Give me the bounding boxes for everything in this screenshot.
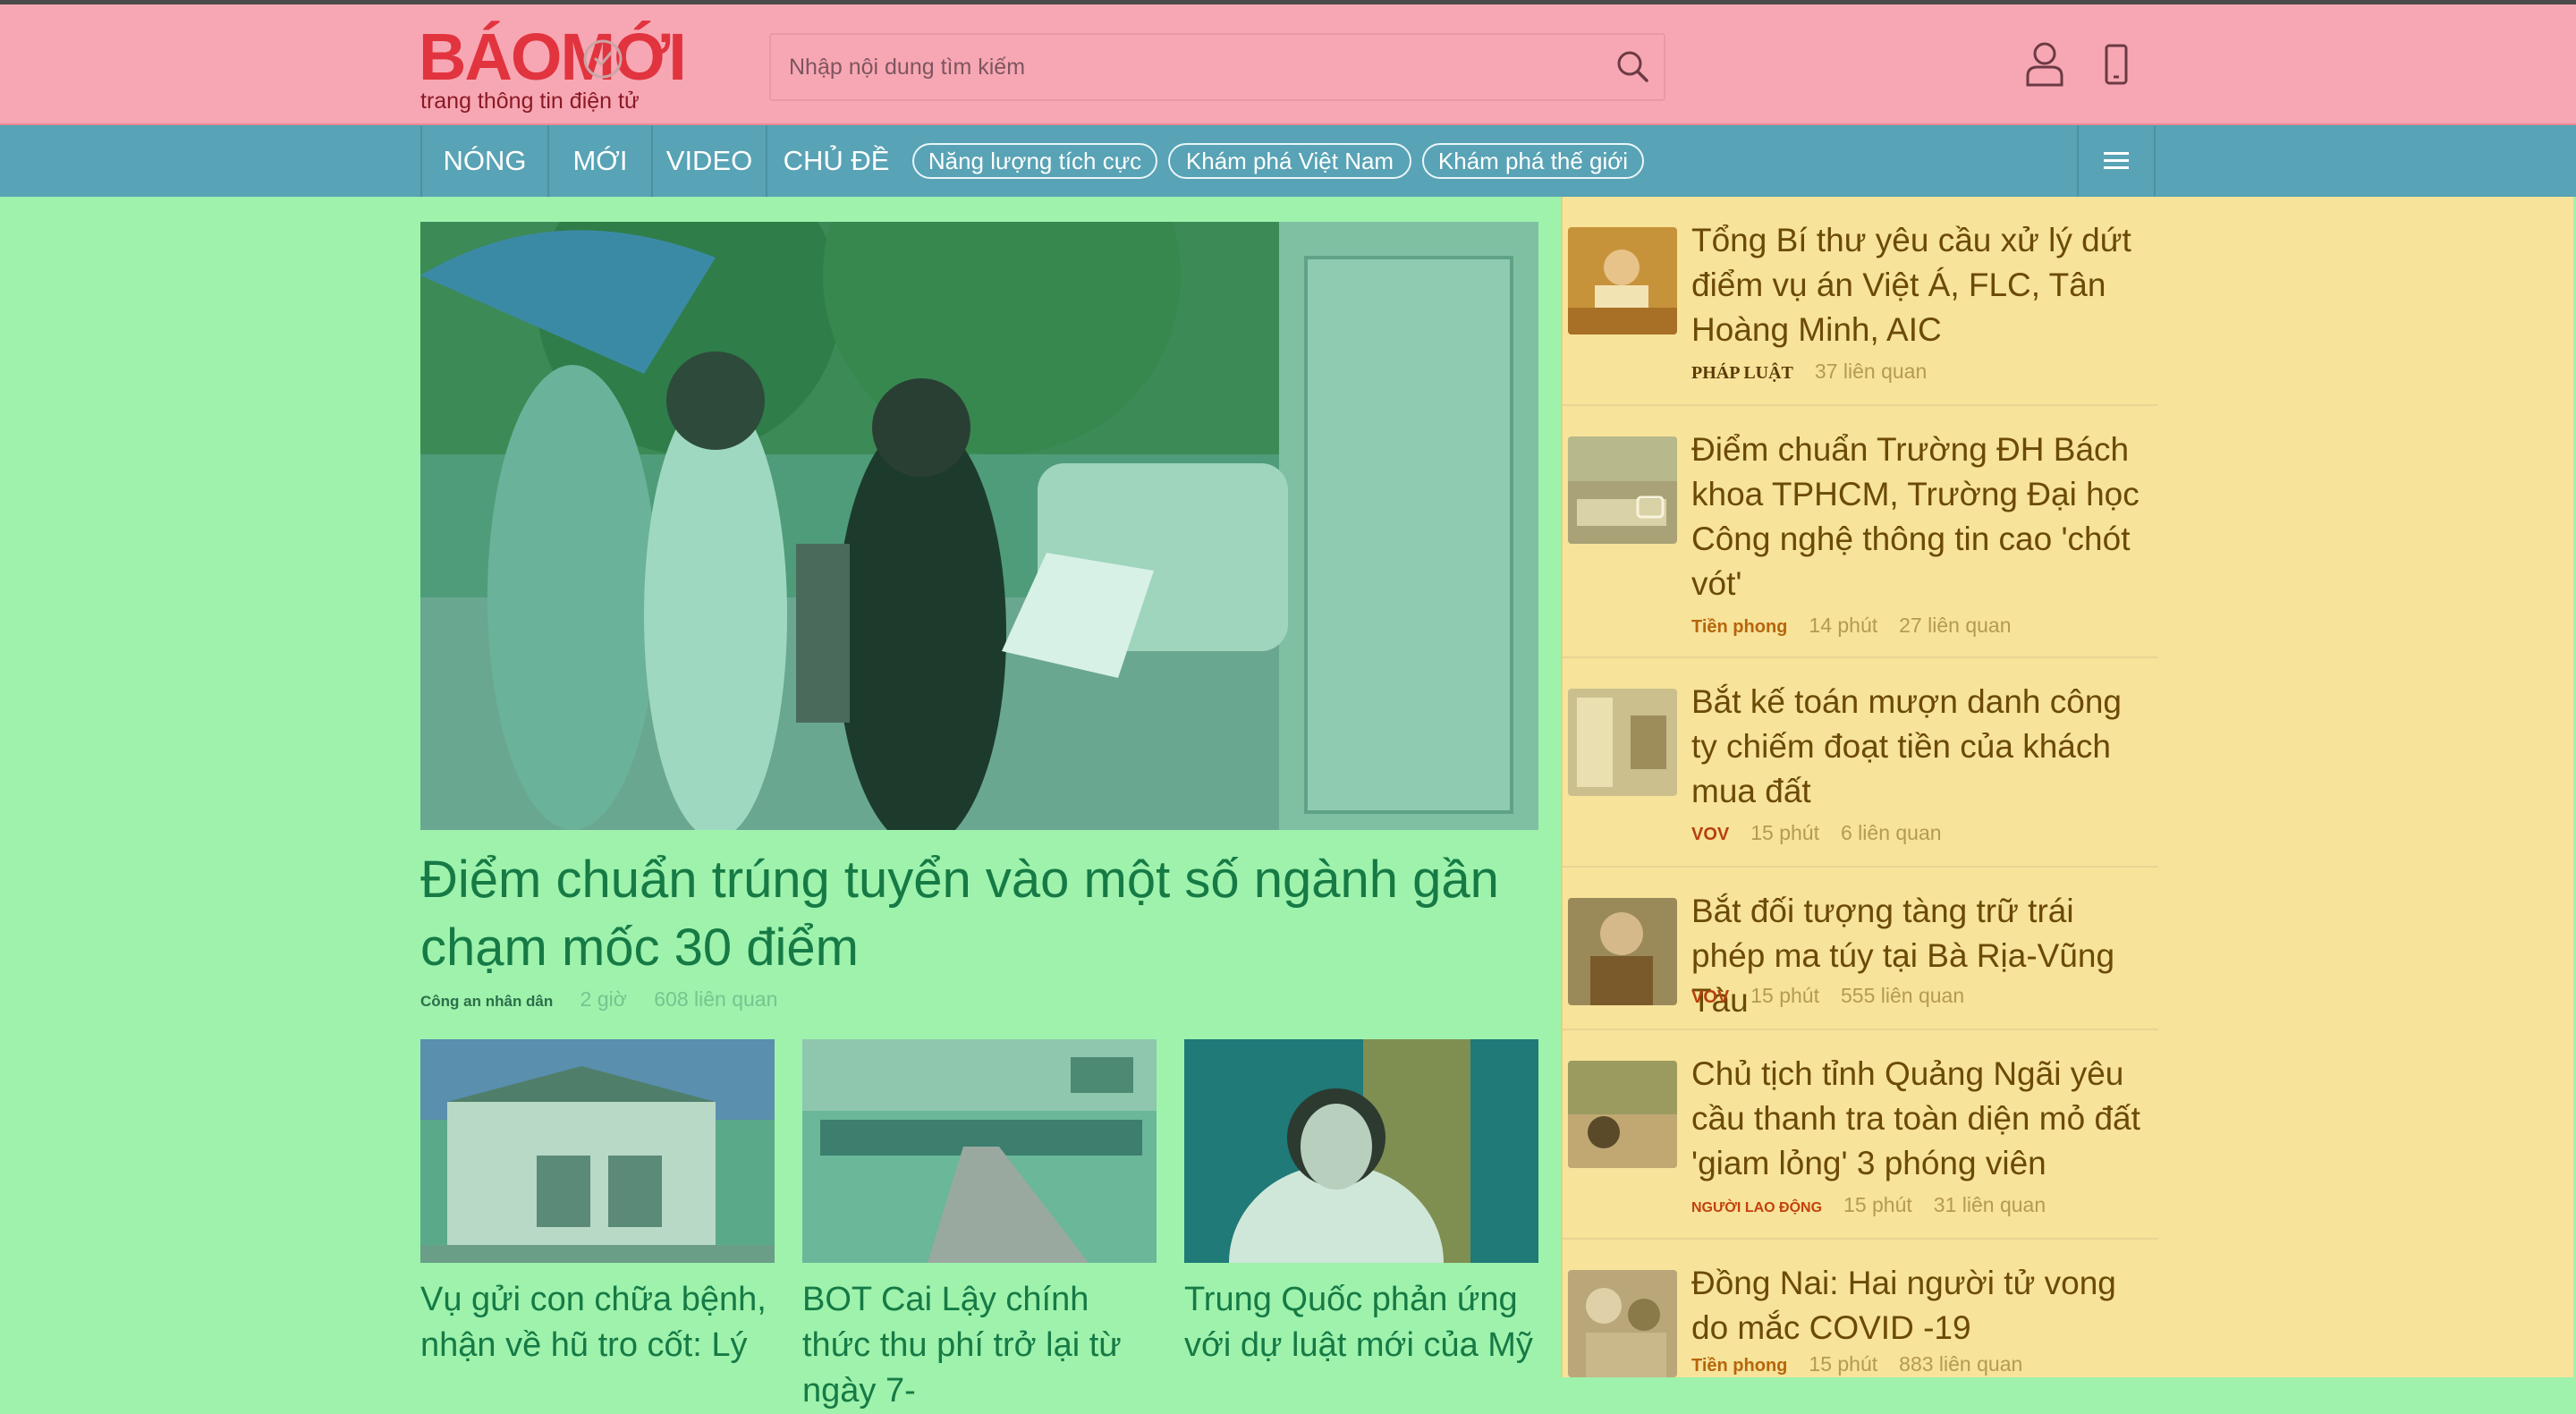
item-thumbnail[interactable] bbox=[1568, 1270, 1677, 1377]
item-title[interactable]: Tổng Bí thư yêu cầu xử lý dứt điểm vụ án… bbox=[1691, 218, 2148, 352]
item-meta: Tiền phong 14 phút 27 liên quan bbox=[1691, 614, 2033, 638]
item-meta: Tiền phong 15 phút 883 liên quan bbox=[1691, 1352, 2044, 1376]
search-input[interactable]: Nhập nội dung tìm kiếm bbox=[789, 55, 1025, 80]
item-related[interactable]: 883 liên quan bbox=[1899, 1352, 2022, 1376]
item-thumbnail[interactable] bbox=[1568, 898, 1677, 1005]
card-image[interactable] bbox=[420, 1039, 775, 1263]
item-meta: VOV 15 phút 555 liên quan bbox=[1691, 984, 1986, 1008]
card-title[interactable]: Trung Quốc phản ứng với dự luật mới của … bbox=[1184, 1277, 1538, 1368]
logo-tagline: trang thông tin điện tử bbox=[420, 89, 640, 114]
hero-image[interactable] bbox=[420, 222, 1538, 830]
site-header: BÁOMỚI trang thông tin điện tử Nhập nội … bbox=[0, 4, 2576, 125]
nav-item-hot[interactable]: NÓNG bbox=[422, 125, 549, 197]
item-title[interactable]: Chủ tịch tỉnh Quảng Ngãi yêu cầu thanh t… bbox=[1691, 1052, 2148, 1186]
hamburger-icon bbox=[2104, 152, 2129, 169]
card-title[interactable]: Vụ gửi con chữa bệnh, nhận về hũ tro cốt… bbox=[420, 1277, 775, 1368]
item-source-logo[interactable]: Tiền phong bbox=[1691, 617, 1787, 638]
item-related[interactable]: 555 liên quan bbox=[1841, 984, 1964, 1007]
sidebar-news-item[interactable]: Tổng Bí thư yêu cầu xử lý dứt điểm vụ án… bbox=[1563, 197, 2158, 406]
item-time: 14 phút bbox=[1809, 614, 1878, 637]
item-title[interactable]: Điểm chuẩn Trường ĐH Bách khoa TPHCM, Tr… bbox=[1691, 428, 2148, 606]
sidebar-news-item[interactable]: Chủ tịch tỉnh Quảng Ngãi yêu cầu thanh t… bbox=[1563, 1030, 2158, 1240]
item-related[interactable]: 31 liên quan bbox=[1934, 1193, 2046, 1216]
topic-pill-positive-energy[interactable]: Năng lượng tích cực bbox=[912, 143, 1157, 179]
item-time: 15 phút bbox=[1750, 821, 1819, 844]
item-source-logo[interactable]: VOV bbox=[1691, 987, 1729, 1008]
item-thumbnail[interactable] bbox=[1568, 436, 1677, 544]
card-image[interactable] bbox=[802, 1039, 1157, 1263]
item-related[interactable]: 37 liên quan bbox=[1815, 360, 1927, 383]
sidebar-news-item[interactable]: Bắt đối tượng tàng trữ trái phép ma túy … bbox=[1563, 868, 2158, 1030]
item-thumbnail[interactable] bbox=[1568, 227, 1677, 334]
item-source-logo[interactable]: PHÁP LUẬT bbox=[1691, 363, 1793, 384]
item-time: 15 phút bbox=[1843, 1193, 1912, 1216]
hero-headline[interactable]: Điểm chuẩn trúng tuyển vào một số ngành … bbox=[420, 846, 1547, 982]
main-navigation: NÓNG MỚI VIDEO CHỦ ĐỀ Năng lượng tích cự… bbox=[0, 125, 2576, 197]
logo-wordmark: BÁOMỚI bbox=[419, 20, 687, 94]
hero-source-logo[interactable]: Công an nhân dân bbox=[420, 993, 553, 1011]
hero-meta: Công an nhân dân 2 giờ 608 liên quan bbox=[420, 987, 777, 1012]
item-thumbnail[interactable] bbox=[1568, 689, 1677, 796]
hero-time: 2 giờ bbox=[580, 987, 627, 1011]
user-icon[interactable] bbox=[2023, 40, 2066, 87]
nav-bar: NÓNG MỚI VIDEO CHỦ ĐỀ Năng lượng tích cự… bbox=[420, 125, 2156, 197]
sidebar-news-item[interactable]: Bắt kế toán mượn danh công ty chiếm đoạt… bbox=[1563, 658, 2158, 868]
item-meta: PHÁP LUẬT 37 liên quan bbox=[1691, 360, 1948, 384]
item-source-logo[interactable]: Tiền phong bbox=[1691, 1356, 1787, 1376]
nav-item-topics[interactable]: CHỦ ĐỀ bbox=[767, 125, 905, 197]
search-icon[interactable] bbox=[1614, 47, 1651, 85]
site-logo[interactable]: BÁOMỚI trang thông tin điện tử bbox=[419, 19, 687, 117]
sidebar-news-list: Tổng Bí thư yêu cầu xử lý dứt điểm vụ án… bbox=[1561, 197, 2573, 1377]
item-source-logo[interactable]: VOV bbox=[1691, 825, 1729, 845]
logo-clock-icon bbox=[583, 39, 623, 79]
item-source-logo[interactable]: NGƯỜI LAO ĐỘNG bbox=[1691, 1200, 1822, 1216]
news-card[interactable]: Vụ gửi con chữa bệnh, nhận về hũ tro cốt… bbox=[420, 1039, 775, 1368]
topic-pill-explore-world[interactable]: Khám phá thế giới bbox=[1422, 143, 1644, 179]
hero-related-count[interactable]: 608 liên quan bbox=[654, 987, 777, 1011]
item-meta: NGƯỜI LAO ĐỘNG 15 phút 31 liên quan bbox=[1691, 1193, 2067, 1217]
item-meta: VOV 15 phút 6 liên quan bbox=[1691, 821, 1963, 845]
news-card[interactable]: Trung Quốc phản ứng với dự luật mới của … bbox=[1184, 1039, 1538, 1368]
item-related[interactable]: 27 liên quan bbox=[1899, 614, 2011, 637]
mobile-app-icon[interactable] bbox=[2095, 42, 2138, 89]
item-title[interactable]: Bắt kế toán mượn danh công ty chiếm đoạt… bbox=[1691, 680, 2148, 814]
item-title[interactable]: Đồng Nai: Hai người tử vong do mắc COVID… bbox=[1691, 1261, 2148, 1350]
nav-item-video[interactable]: VIDEO bbox=[653, 125, 767, 197]
card-title[interactable]: BOT Cai Lậy chính thức thu phí trở lại t… bbox=[802, 1277, 1157, 1414]
search-box[interactable]: Nhập nội dung tìm kiếm bbox=[769, 33, 1665, 101]
item-time: 15 phút bbox=[1750, 984, 1819, 1007]
hamburger-menu-button[interactable] bbox=[2077, 125, 2156, 197]
nav-item-new[interactable]: MỚI bbox=[549, 125, 653, 197]
item-thumbnail[interactable] bbox=[1568, 1061, 1677, 1168]
sidebar-news-item[interactable]: Điểm chuẩn Trường ĐH Bách khoa TPHCM, Tr… bbox=[1563, 406, 2158, 658]
card-image[interactable] bbox=[1184, 1039, 1538, 1263]
topic-pill-explore-vietnam[interactable]: Khám phá Việt Nam bbox=[1168, 143, 1411, 179]
item-related[interactable]: 6 liên quan bbox=[1841, 821, 1942, 844]
news-card[interactable]: BOT Cai Lậy chính thức thu phí trở lại t… bbox=[802, 1039, 1157, 1414]
sidebar-news-item[interactable]: Đồng Nai: Hai người tử vong do mắc COVID… bbox=[1563, 1240, 2158, 1377]
item-time: 15 phút bbox=[1809, 1352, 1878, 1376]
